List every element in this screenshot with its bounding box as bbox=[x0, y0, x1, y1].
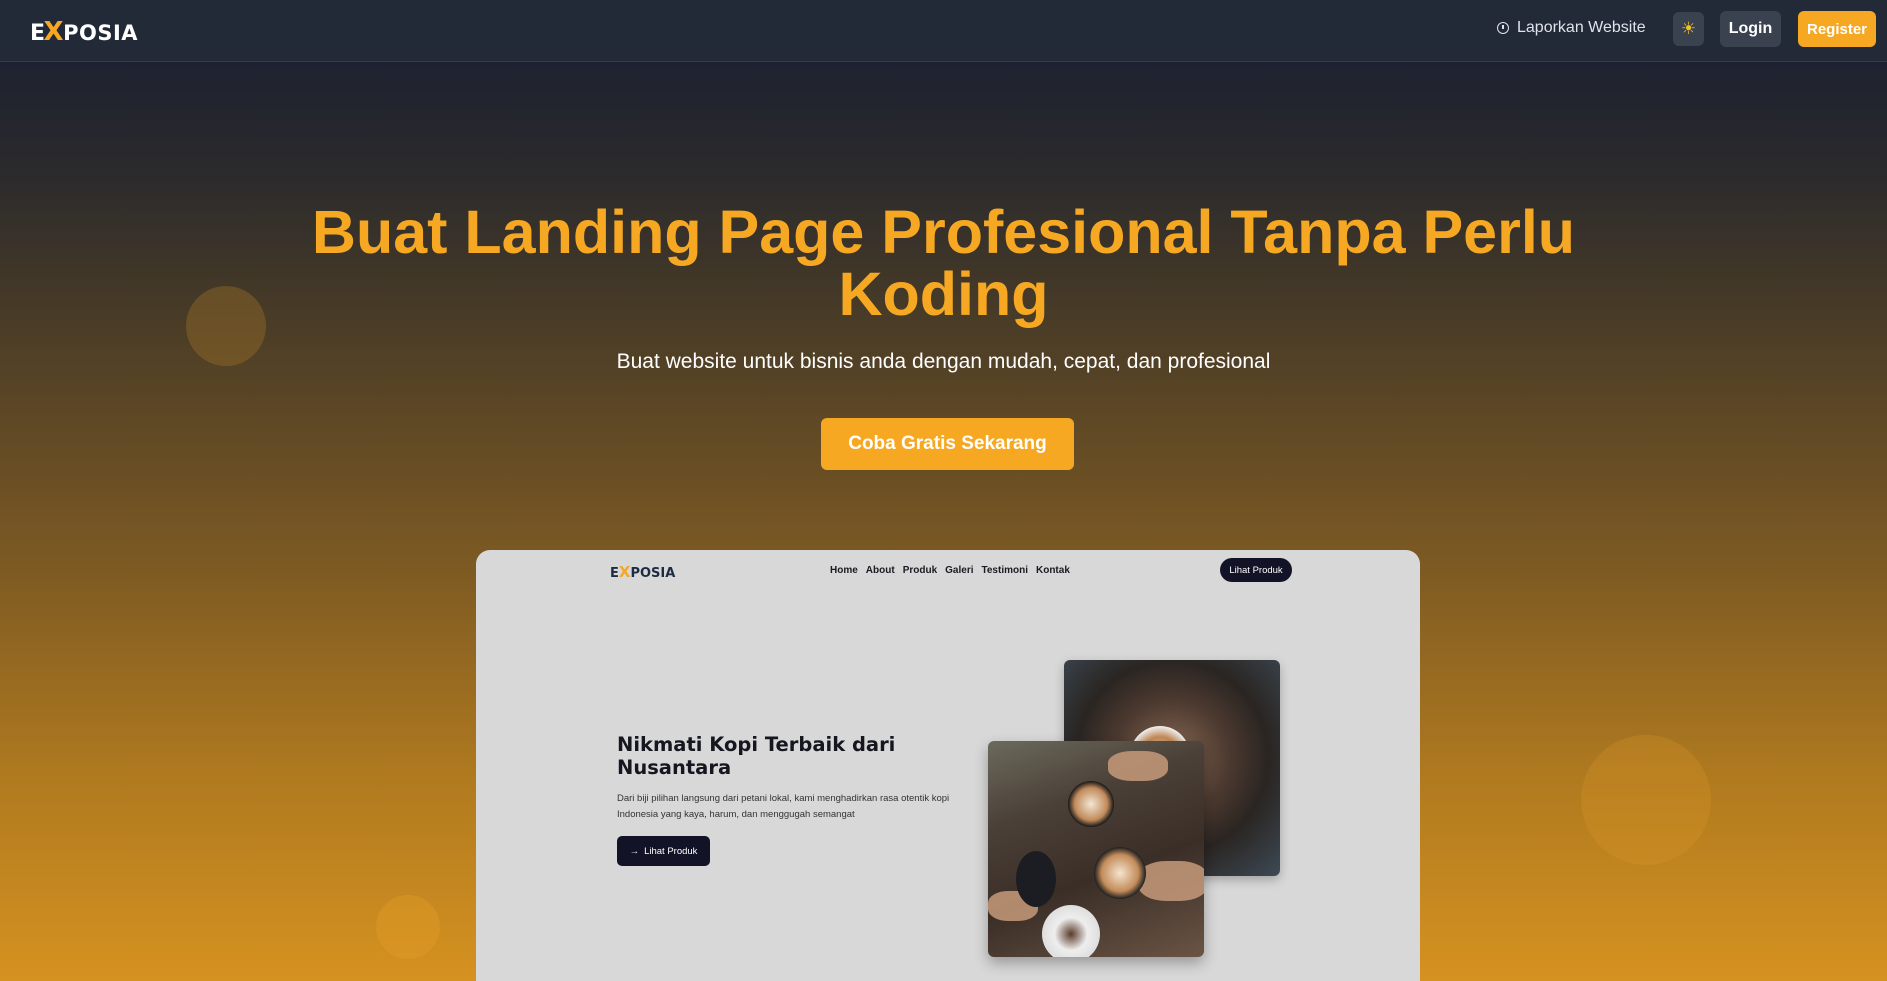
report-website-link[interactable]: Laporkan Website bbox=[1497, 19, 1646, 37]
login-button[interactable]: Login bbox=[1720, 11, 1781, 47]
preview-logo-x: X bbox=[618, 563, 631, 581]
hero-title: Buat Landing Page Profesional Tanpa Perl… bbox=[311, 198, 1576, 328]
preview-menu-produk[interactable]: Produk bbox=[903, 565, 937, 576]
preview-cta-button[interactable]: → Lihat Produk bbox=[617, 836, 710, 866]
arrow-right-icon: → bbox=[629, 845, 640, 857]
logo-text: POSIA bbox=[63, 21, 139, 45]
latte-cup-shape bbox=[1094, 847, 1146, 899]
preview-logo-e: E bbox=[610, 566, 619, 581]
logo-letter-x: X bbox=[43, 17, 65, 47]
plate-shape bbox=[1042, 905, 1100, 957]
landing-page-preview: E X POSIA Home About Produk Galeri Testimo… bbox=[476, 550, 1420, 981]
preview-menu-kontak[interactable]: Kontak bbox=[1036, 565, 1070, 576]
preview-heading: Nikmati Kopi Terbaik dari Nusantara bbox=[617, 733, 896, 779]
hand-shape bbox=[1108, 751, 1168, 781]
preview-cta-label: Lihat Produk bbox=[644, 845, 698, 857]
preview-menu-home[interactable]: Home bbox=[830, 565, 858, 576]
theme-toggle-button[interactable]: ☀ bbox=[1673, 12, 1704, 46]
decorative-circle bbox=[186, 286, 266, 366]
top-navbar: E X POSIA Laporkan Website ☀ Login Registe… bbox=[0, 0, 1887, 62]
alert-circle-icon bbox=[1497, 22, 1509, 34]
iced-coffee-glass-shape bbox=[1016, 851, 1056, 907]
brand-logo[interactable]: E X POSIA bbox=[30, 17, 138, 47]
sun-icon: ☀ bbox=[1680, 19, 1697, 38]
try-free-button[interactable]: Coba Gratis Sekarang bbox=[821, 418, 1074, 470]
preview-logo: E X POSIA bbox=[610, 563, 675, 581]
preview-menu-about[interactable]: About bbox=[866, 565, 895, 576]
register-button[interactable]: Register bbox=[1798, 11, 1876, 47]
hand-shape bbox=[1138, 861, 1204, 901]
coffee-cheers-image bbox=[988, 741, 1204, 957]
hero-subtitle: Buat website untuk bisnis anda dengan mu… bbox=[616, 350, 1271, 373]
decorative-circle bbox=[376, 895, 440, 959]
preview-view-products-button[interactable]: Lihat Produk bbox=[1220, 558, 1292, 582]
preview-menu-testimoni[interactable]: Testimoni bbox=[982, 565, 1028, 576]
hero-section: Buat Landing Page Profesional Tanpa Perl… bbox=[0, 62, 1887, 981]
preview-menu: Home About Produk Galeri Testimoni Konta… bbox=[830, 565, 1070, 576]
report-website-label: Laporkan Website bbox=[1517, 19, 1646, 36]
preview-paragraph: Dari biji pilihan langsung dari petani l… bbox=[617, 793, 950, 820]
preview-logo-text: POSIA bbox=[630, 566, 676, 581]
preview-menu-galeri[interactable]: Galeri bbox=[945, 565, 973, 576]
decorative-circle bbox=[1581, 735, 1711, 865]
latte-cup-shape bbox=[1068, 781, 1114, 827]
